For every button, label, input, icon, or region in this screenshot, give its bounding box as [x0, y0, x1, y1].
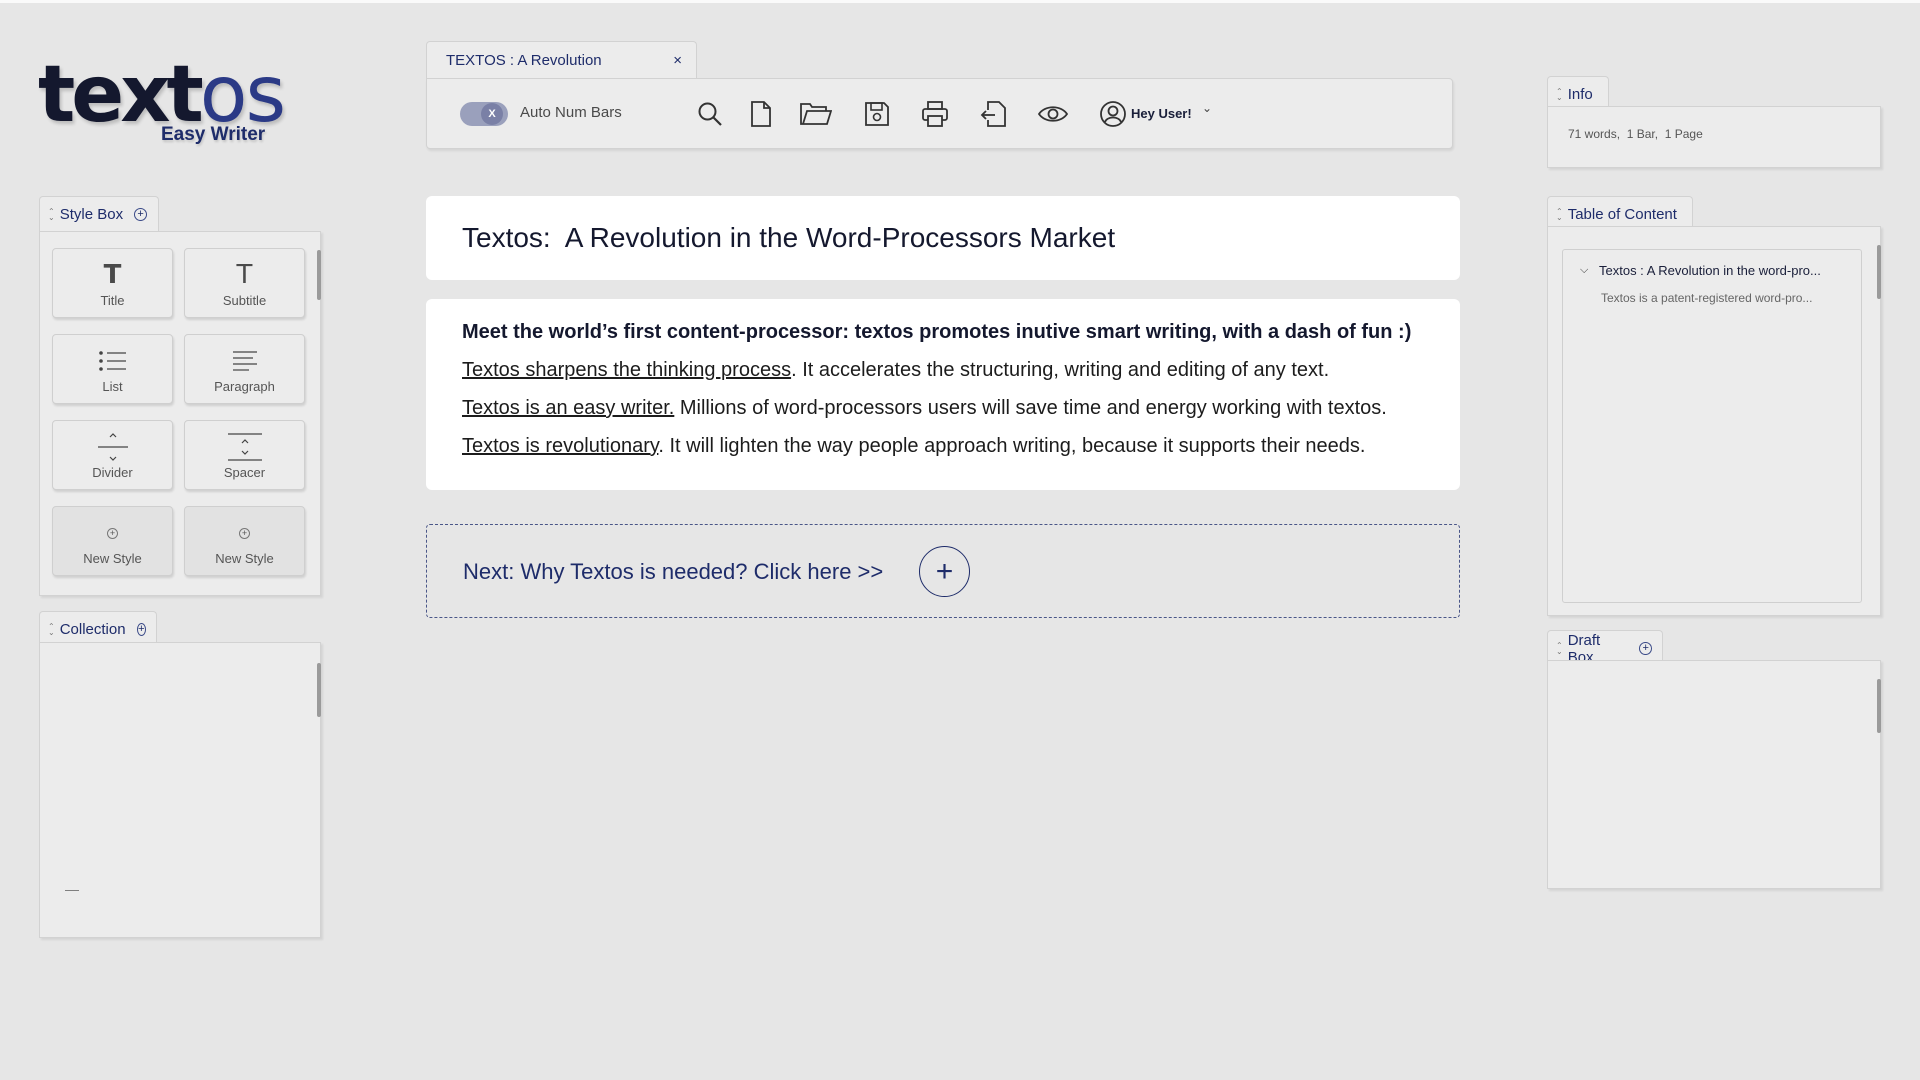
- document-title[interactable]: Textos: A Revolution in the Word-Process…: [462, 222, 1115, 254]
- add-style-icon[interactable]: +: [134, 208, 148, 221]
- paragraph-link-1[interactable]: Textos sharpens the thinking process: [462, 359, 791, 381]
- style-paragraph-button[interactable]: Paragraph: [184, 334, 305, 404]
- style-paragraph-label: Paragraph: [214, 379, 275, 394]
- paragraph-block[interactable]: Meet the world’s first content-processor…: [426, 299, 1460, 490]
- style-list-label: List: [102, 379, 123, 394]
- paragraph-icon: [232, 351, 257, 371]
- title-block[interactable]: Textos: A Revolution in the Word-Process…: [426, 196, 1460, 280]
- style-divider-label: Divider: [92, 465, 133, 480]
- collapse-arrows-icon[interactable]: ⌃ ⌄: [48, 207, 55, 221]
- next-section-block[interactable]: Next: Why Textos is needed? Click here >…: [426, 524, 1460, 618]
- style-box-title: Style Box: [59, 206, 124, 223]
- toc-panel: ⌵ Textos : A Revolution in the word-pro.…: [1547, 226, 1881, 616]
- collection-panel: —: [39, 642, 321, 938]
- open-folder-icon[interactable]: [800, 98, 832, 130]
- style-subtitle-button[interactable]: T Subtitle: [184, 248, 305, 318]
- user-icon[interactable]: [1097, 98, 1129, 130]
- collapse-arrows-icon[interactable]: ⌃ ⌄: [1556, 207, 1563, 221]
- collection-scrollbar[interactable]: [317, 663, 321, 717]
- intro-paragraph[interactable]: Meet the world’s first content-processor…: [462, 321, 1411, 344]
- toggle-label: Auto Num Bars: [520, 104, 622, 121]
- style-spacer-label: Spacer: [223, 465, 266, 480]
- toc-expand-icon[interactable]: ⌵: [1580, 264, 1588, 277]
- plus-icon: +: [107, 527, 118, 539]
- next-section-link[interactable]: Next: Why Textos is needed? Click here >…: [463, 559, 883, 585]
- subtitle-T-icon: T: [236, 260, 253, 290]
- divider-icon: [97, 433, 128, 461]
- style-subtitle-label: Subtitle: [222, 293, 267, 308]
- auto-num-bars-toggle[interactable]: X: [460, 102, 508, 126]
- logo-subtitle: Easy Writer: [161, 124, 266, 145]
- toc-item-sub[interactable]: Textos is a patent-registered word-pro..…: [1601, 291, 1812, 305]
- search-icon[interactable]: [694, 98, 726, 130]
- logo-wordmark: textos: [38, 56, 286, 134]
- paragraph-text-1: . It accelerates the structuring, writin…: [791, 359, 1330, 381]
- collection-placeholder-dash: —: [65, 881, 79, 897]
- style-divider-button[interactable]: Divider: [52, 420, 173, 490]
- paragraph-link-2[interactable]: Textos is an easy writer.: [462, 397, 674, 419]
- collapse-arrows-icon[interactable]: ⌃ ⌄: [1556, 641, 1563, 655]
- document-stats: 71 words, 1 Bar, 1 Page: [1568, 127, 1703, 141]
- spacer-icon: [227, 433, 262, 461]
- print-icon[interactable]: [919, 98, 951, 130]
- info-panel: 71 words, 1 Bar, 1 Page: [1547, 106, 1881, 168]
- chevron-down-icon[interactable]: ⌄: [1202, 101, 1212, 115]
- style-title-button[interactable]: T Title: [52, 248, 173, 318]
- paragraph-text-2: Millions of word-processors users will s…: [674, 397, 1387, 419]
- add-collection-icon[interactable]: +: [136, 623, 146, 636]
- style-list-button[interactable]: List: [52, 334, 173, 404]
- collection-title: Collection: [59, 621, 126, 638]
- new-style-button-2[interactable]: + New Style: [184, 506, 305, 576]
- paragraph-link-3[interactable]: Textos is revolutionary: [462, 435, 658, 457]
- toc-scrollbar[interactable]: [1877, 245, 1881, 299]
- new-style-button-1[interactable]: + New Style: [52, 506, 173, 576]
- toc-item-title[interactable]: Textos : A Revolution in the word-pro...: [1599, 263, 1821, 278]
- document-tab[interactable]: TEXTOS : A Revolution ×: [426, 41, 697, 79]
- add-draft-icon[interactable]: +: [1639, 642, 1652, 655]
- style-spacer-button[interactable]: Spacer: [184, 420, 305, 490]
- top-border: [0, 0, 1920, 3]
- draft-box-scrollbar[interactable]: [1877, 679, 1881, 733]
- toolbar: X Auto Num Bars Hey User! ⌄: [426, 78, 1453, 149]
- draft-box-panel: [1547, 660, 1881, 889]
- list-icon: [98, 351, 126, 371]
- toc-list: ⌵ Textos : A Revolution in the word-pro.…: [1562, 249, 1862, 603]
- new-file-icon[interactable]: [745, 98, 777, 130]
- style-box-scrollbar[interactable]: [317, 250, 321, 300]
- user-name[interactable]: Hey User!: [1131, 106, 1192, 121]
- add-section-button[interactable]: +: [919, 546, 970, 597]
- collapse-arrows-icon[interactable]: ⌃ ⌄: [48, 622, 55, 636]
- paragraph-text-3: . It will lighten the way people approac…: [658, 435, 1366, 457]
- collapse-arrows-icon[interactable]: ⌃ ⌄: [1556, 87, 1563, 101]
- info-title: Info: [1567, 86, 1593, 103]
- new-style-label-2: New Style: [215, 551, 274, 566]
- document-tab-label: TEXTOS : A Revolution: [446, 52, 602, 69]
- paragraph-line-1[interactable]: Textos sharpens the thinking process. It…: [462, 359, 1329, 382]
- style-title-label: Title: [100, 293, 125, 308]
- toc-title: Table of Content: [1567, 206, 1677, 223]
- export-icon[interactable]: [978, 98, 1010, 130]
- preview-eye-icon[interactable]: [1037, 98, 1069, 130]
- plus-icon: +: [239, 527, 250, 539]
- new-style-label-1: New Style: [83, 551, 142, 566]
- title-T-icon: T: [103, 260, 122, 290]
- paragraph-line-2[interactable]: Textos is an easy writer. Millions of wo…: [462, 397, 1387, 420]
- close-tab-icon[interactable]: ×: [673, 52, 682, 69]
- paragraph-line-3[interactable]: Textos is revolutionary. It will lighten…: [462, 435, 1365, 458]
- save-icon[interactable]: [861, 98, 893, 130]
- style-box-tab[interactable]: ⌃ ⌄ Style Box +: [39, 196, 159, 232]
- app-logo: textos Easy Writer: [38, 56, 286, 156]
- style-box-panel: T Title T Subtitle List Paragraph Divide…: [39, 231, 321, 596]
- toggle-knob: X: [481, 103, 503, 125]
